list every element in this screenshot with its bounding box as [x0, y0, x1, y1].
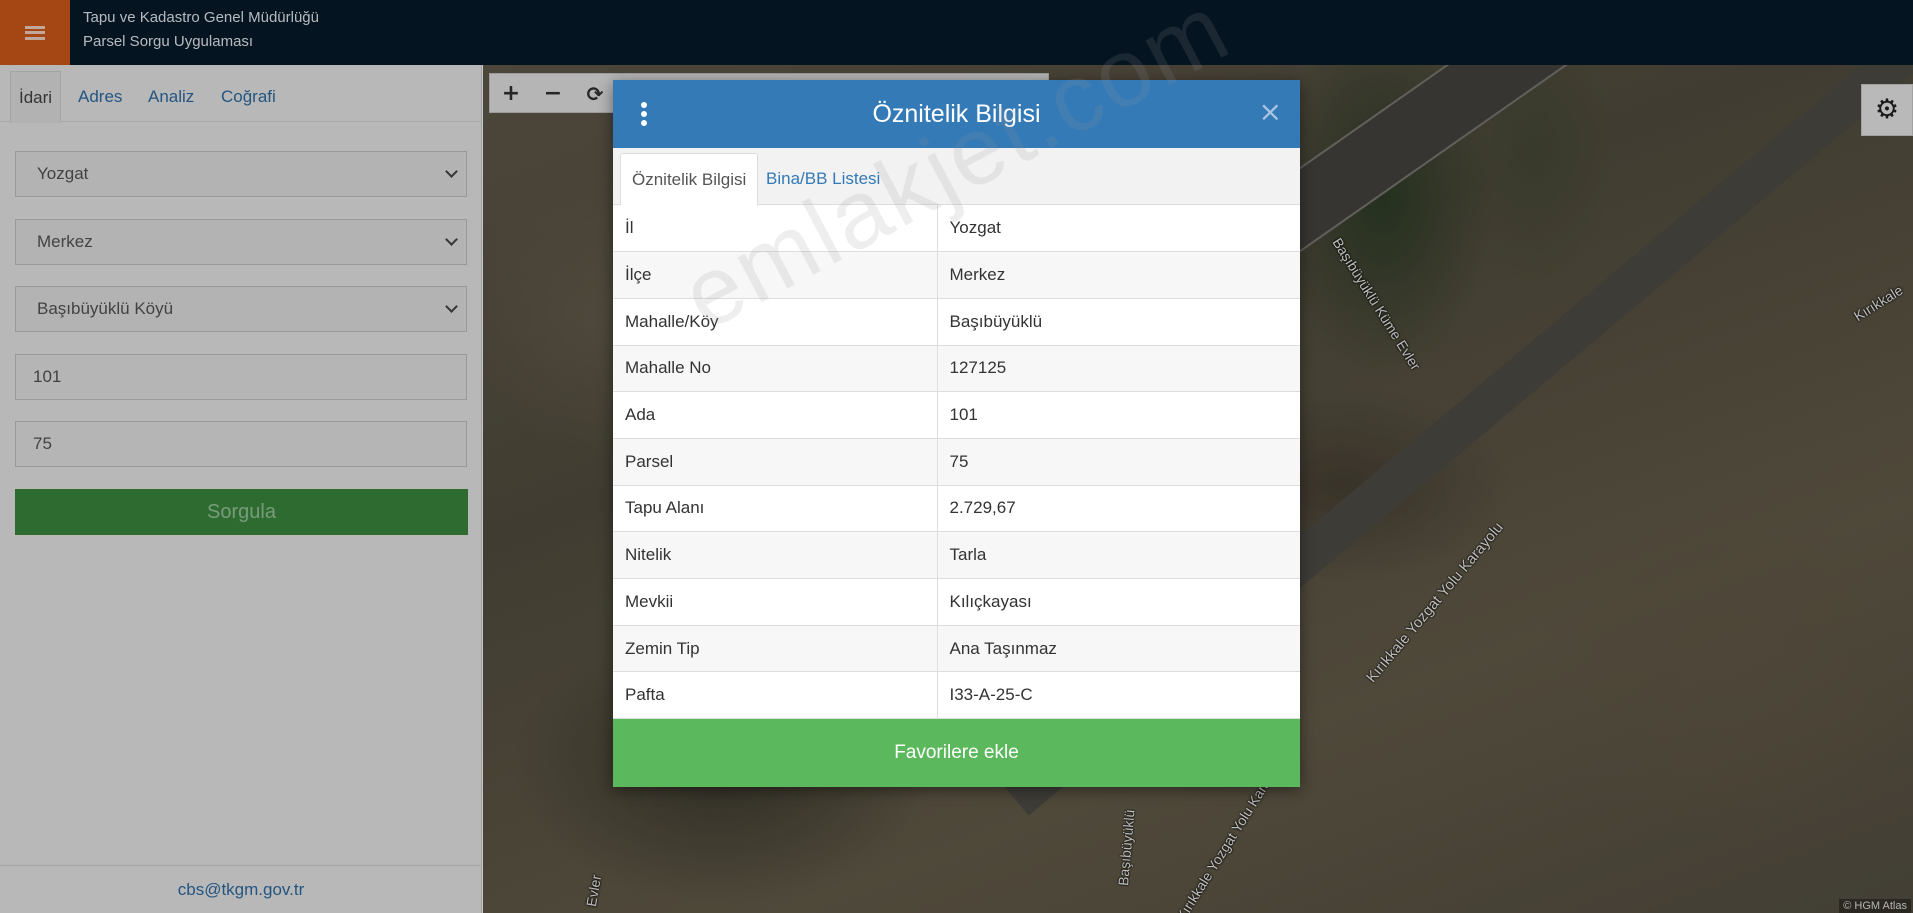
attribute-value: Merkez: [937, 251, 1300, 299]
modal-tabs: Öznitelik Bilgisi Bina/BB Listesi: [613, 148, 1300, 206]
tab-attribute-info[interactable]: Öznitelik Bilgisi: [620, 153, 759, 206]
table-row: Tapu Alanı 2.729,67: [613, 485, 1300, 533]
tab-building-list[interactable]: Bina/BB Listesi: [755, 153, 891, 206]
attribute-value: Ana Taşınmaz: [937, 625, 1300, 673]
table-row: İl Yozgat: [613, 205, 1300, 253]
attribute-value: Tarla: [937, 531, 1300, 579]
attribute-value: Kılıçkayası: [937, 578, 1300, 626]
table-row: Parsel 75: [613, 438, 1300, 486]
attribute-value: 75: [937, 438, 1300, 486]
table-row: İlçe Merkez: [613, 251, 1300, 299]
modal-header: Öznitelik Bilgisi ×: [613, 80, 1300, 148]
attribute-value: Başıbüyüklü: [937, 298, 1300, 346]
attribute-key: İl: [613, 205, 938, 253]
table-row: Zemin Tip Ana Taşınmaz: [613, 625, 1300, 673]
attribute-value: 127125: [937, 345, 1300, 393]
modal-title: Öznitelik Bilgisi: [872, 100, 1041, 128]
attribute-value: Yozgat: [937, 205, 1300, 253]
table-row: Nitelik Tarla: [613, 531, 1300, 579]
attribute-value: I33-A-25-C: [937, 671, 1300, 720]
attribute-key: Ada: [613, 391, 938, 439]
add-to-favorites-button[interactable]: Favorilere ekle: [613, 719, 1300, 787]
attribute-info-modal: Öznitelik Bilgisi × Öznitelik Bilgisi Bi…: [613, 80, 1300, 787]
attribute-key: Mahalle No: [613, 345, 938, 393]
attribute-key: Nitelik: [613, 531, 938, 579]
attribute-key: Pafta: [613, 671, 938, 720]
table-row: Pafta I33-A-25-C: [613, 671, 1300, 720]
table-row: Mahalle No 127125: [613, 345, 1300, 393]
close-icon[interactable]: ×: [1259, 96, 1282, 128]
attribute-key: Mevkii: [613, 578, 938, 626]
attribute-table: İl Yozgat İlçe Merkez Mahalle/Köy Başıbüyüklü…: [613, 205, 1300, 720]
attribute-key: Zemin Tip: [613, 625, 938, 673]
attribute-key: İlçe: [613, 251, 938, 299]
table-row: Ada 101: [613, 391, 1300, 439]
attribute-value: 101: [937, 391, 1300, 439]
attribute-key: Parsel: [613, 438, 938, 486]
attribute-value: 2.729,67: [937, 485, 1300, 533]
table-row: Mahalle/Köy Başıbüyüklü: [613, 298, 1300, 346]
table-row: Mevkii Kılıçkayası: [613, 578, 1300, 626]
attribute-key: Mahalle/Köy: [613, 298, 938, 346]
attribute-key: Tapu Alanı: [613, 485, 938, 533]
